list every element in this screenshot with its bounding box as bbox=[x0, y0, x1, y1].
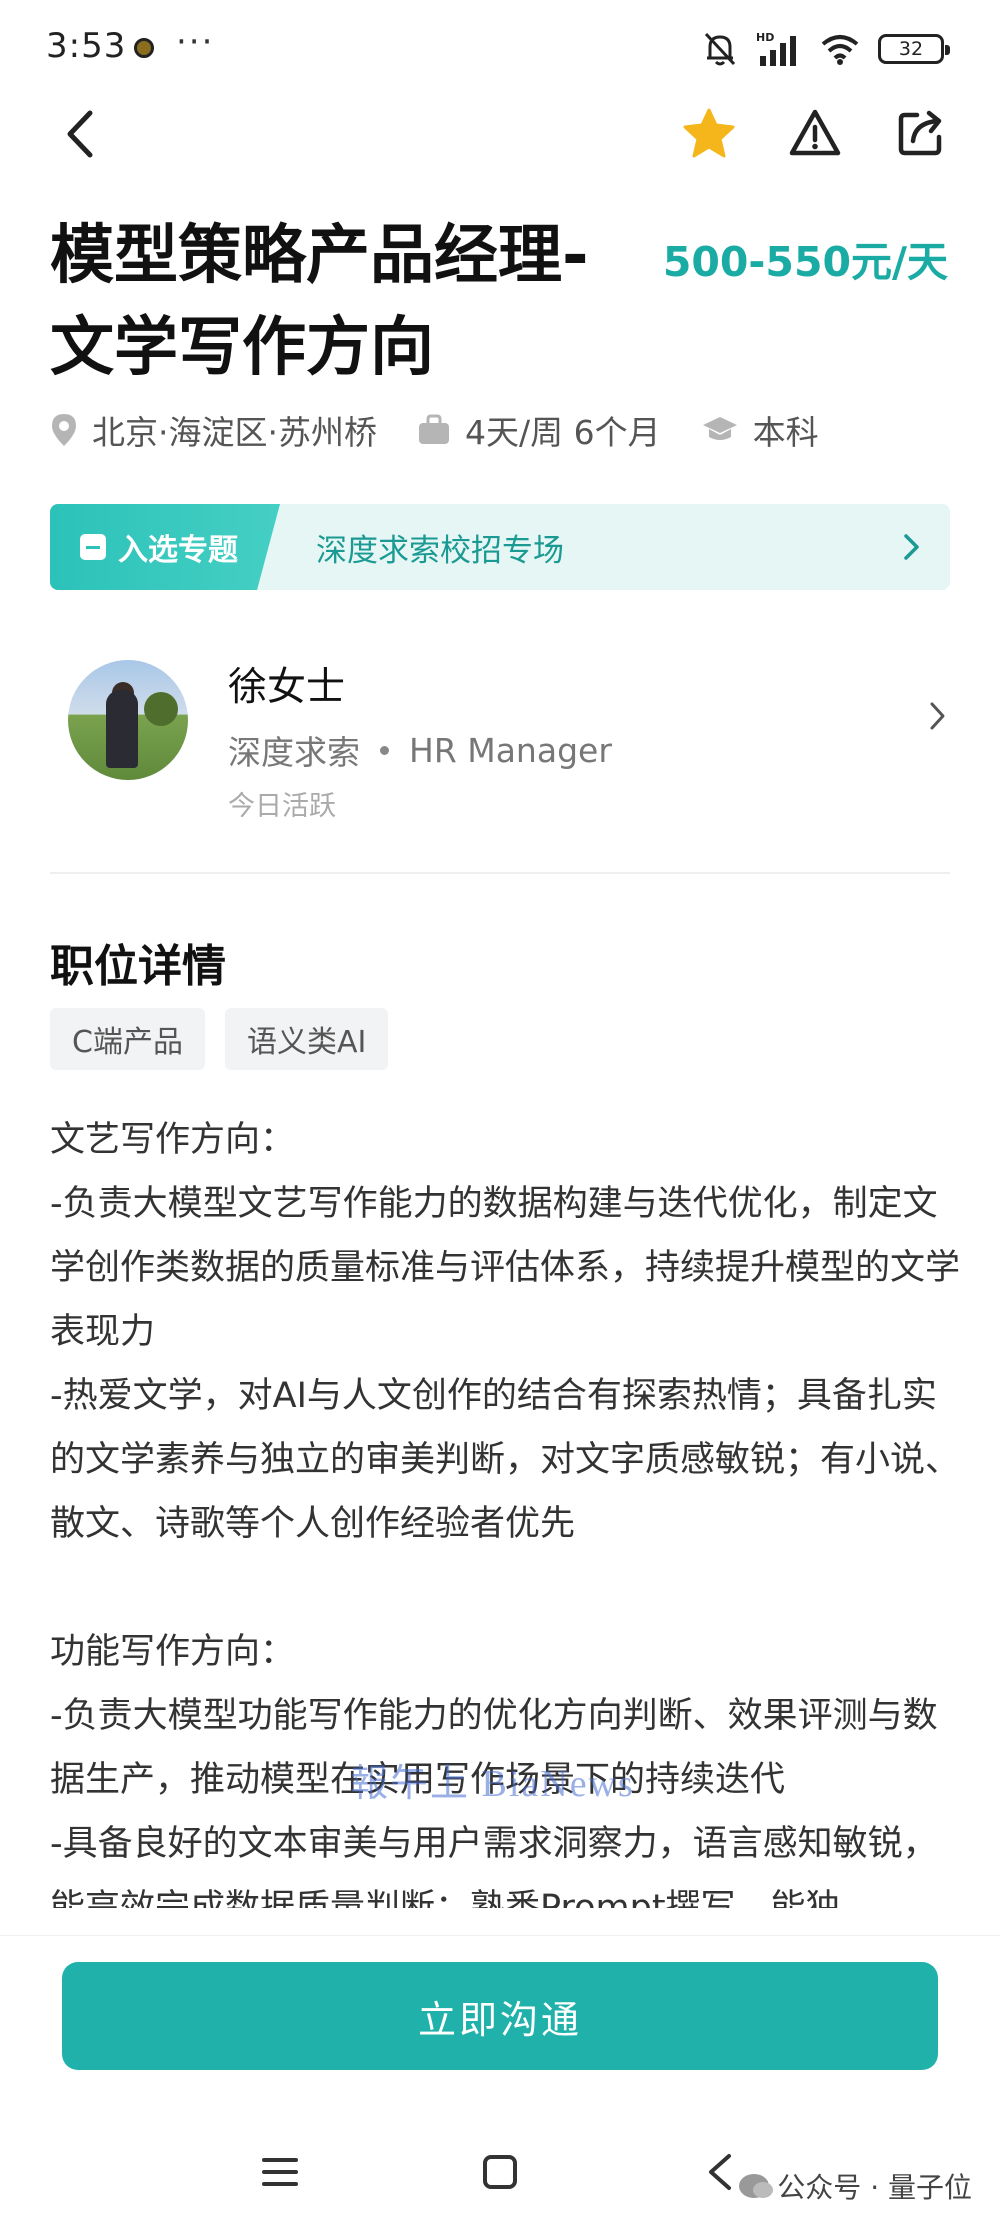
warning-icon bbox=[789, 109, 841, 156]
banner-tag: 入选专题 bbox=[50, 504, 280, 590]
star-icon bbox=[683, 108, 735, 158]
home-button[interactable] bbox=[470, 2142, 530, 2202]
separator-dot bbox=[380, 745, 389, 755]
status-icons: HD 32 bbox=[702, 26, 950, 72]
nav-actions bbox=[680, 104, 950, 162]
chevron-right-icon bbox=[930, 702, 945, 730]
section-title: 职位详情 bbox=[50, 941, 226, 992]
report-button[interactable] bbox=[786, 104, 844, 162]
recruiter-role: 深度求索 HR Manager bbox=[228, 726, 612, 774]
bookmark-icon bbox=[80, 534, 106, 560]
app-notification-icon bbox=[134, 38, 154, 58]
favorite-button[interactable] bbox=[680, 104, 738, 162]
svg-text:HD: HD bbox=[756, 31, 774, 44]
signal-icon: HD bbox=[756, 30, 802, 68]
schedule: 4天/周 6个月 bbox=[417, 406, 661, 454]
more-notifications-icon: ··· bbox=[176, 22, 215, 62]
menu-button[interactable] bbox=[250, 2142, 310, 2202]
chat-now-button[interactable]: 立即沟通 bbox=[62, 1962, 938, 2070]
location-pin-icon bbox=[52, 414, 76, 446]
status-time: 3:53 bbox=[46, 26, 127, 66]
share-button[interactable] bbox=[892, 104, 950, 162]
education-text: 本科 bbox=[752, 413, 819, 452]
mute-bell-icon bbox=[702, 30, 738, 68]
share-icon bbox=[898, 110, 942, 156]
recruiter-company: 深度求索 bbox=[228, 733, 360, 772]
recruiter-title: HR Manager bbox=[409, 730, 612, 770]
watermark: 報午上 BiaNews bbox=[350, 1763, 635, 1805]
location-text: 北京·海淀区·苏州桥 bbox=[92, 413, 377, 452]
job-title: 模型策略产品经理-文学写作方向 bbox=[50, 219, 589, 385]
battery-icon: 32 bbox=[878, 34, 950, 64]
job-meta: 北京·海淀区·苏州桥 4天/周 6个月 本科 bbox=[50, 406, 859, 454]
corner-watermark-text: 公众号 · 量子位 bbox=[777, 2171, 972, 2204]
back-triangle-icon bbox=[709, 2154, 731, 2190]
chevron-right-icon bbox=[904, 534, 919, 560]
skill-tags: C端产品 语义类AI bbox=[50, 1008, 389, 1070]
menu-icon bbox=[262, 2158, 298, 2186]
skill-tag: C端产品 bbox=[50, 1008, 205, 1070]
back-button[interactable] bbox=[52, 106, 108, 162]
avatar bbox=[68, 660, 188, 780]
salary: 500-550元/天 bbox=[662, 238, 948, 286]
skill-tag: 语义类AI bbox=[224, 1008, 389, 1070]
topic-banner[interactable]: 入选专题 深度求索校招专场 bbox=[50, 504, 950, 590]
banner-tag-label: 入选专题 bbox=[118, 533, 238, 568]
wifi-icon bbox=[820, 32, 860, 66]
corner-watermark: 公众号 · 量子位 bbox=[739, 2166, 972, 2206]
schedule-text: 4天/周 6个月 bbox=[464, 413, 661, 452]
recruiter-card[interactable]: 徐女士 深度求索 HR Manager 今日活跃 bbox=[50, 640, 950, 830]
active-status: 今日活跃 bbox=[228, 791, 336, 822]
wechat-icon bbox=[739, 2174, 774, 2198]
back-icon bbox=[67, 110, 93, 158]
briefcase-icon bbox=[418, 414, 449, 444]
divider bbox=[50, 872, 950, 874]
graduation-cap-icon bbox=[702, 417, 737, 440]
banner-text: 深度求索校招专场 bbox=[316, 532, 564, 569]
recruiter-name: 徐女士 bbox=[228, 665, 346, 710]
status-bar: 3:53 ··· HD 32 bbox=[0, 0, 1000, 96]
home-square-icon bbox=[483, 2155, 517, 2189]
location: 北京·海淀区·苏州桥 bbox=[50, 406, 377, 454]
education: 本科 bbox=[701, 406, 819, 454]
